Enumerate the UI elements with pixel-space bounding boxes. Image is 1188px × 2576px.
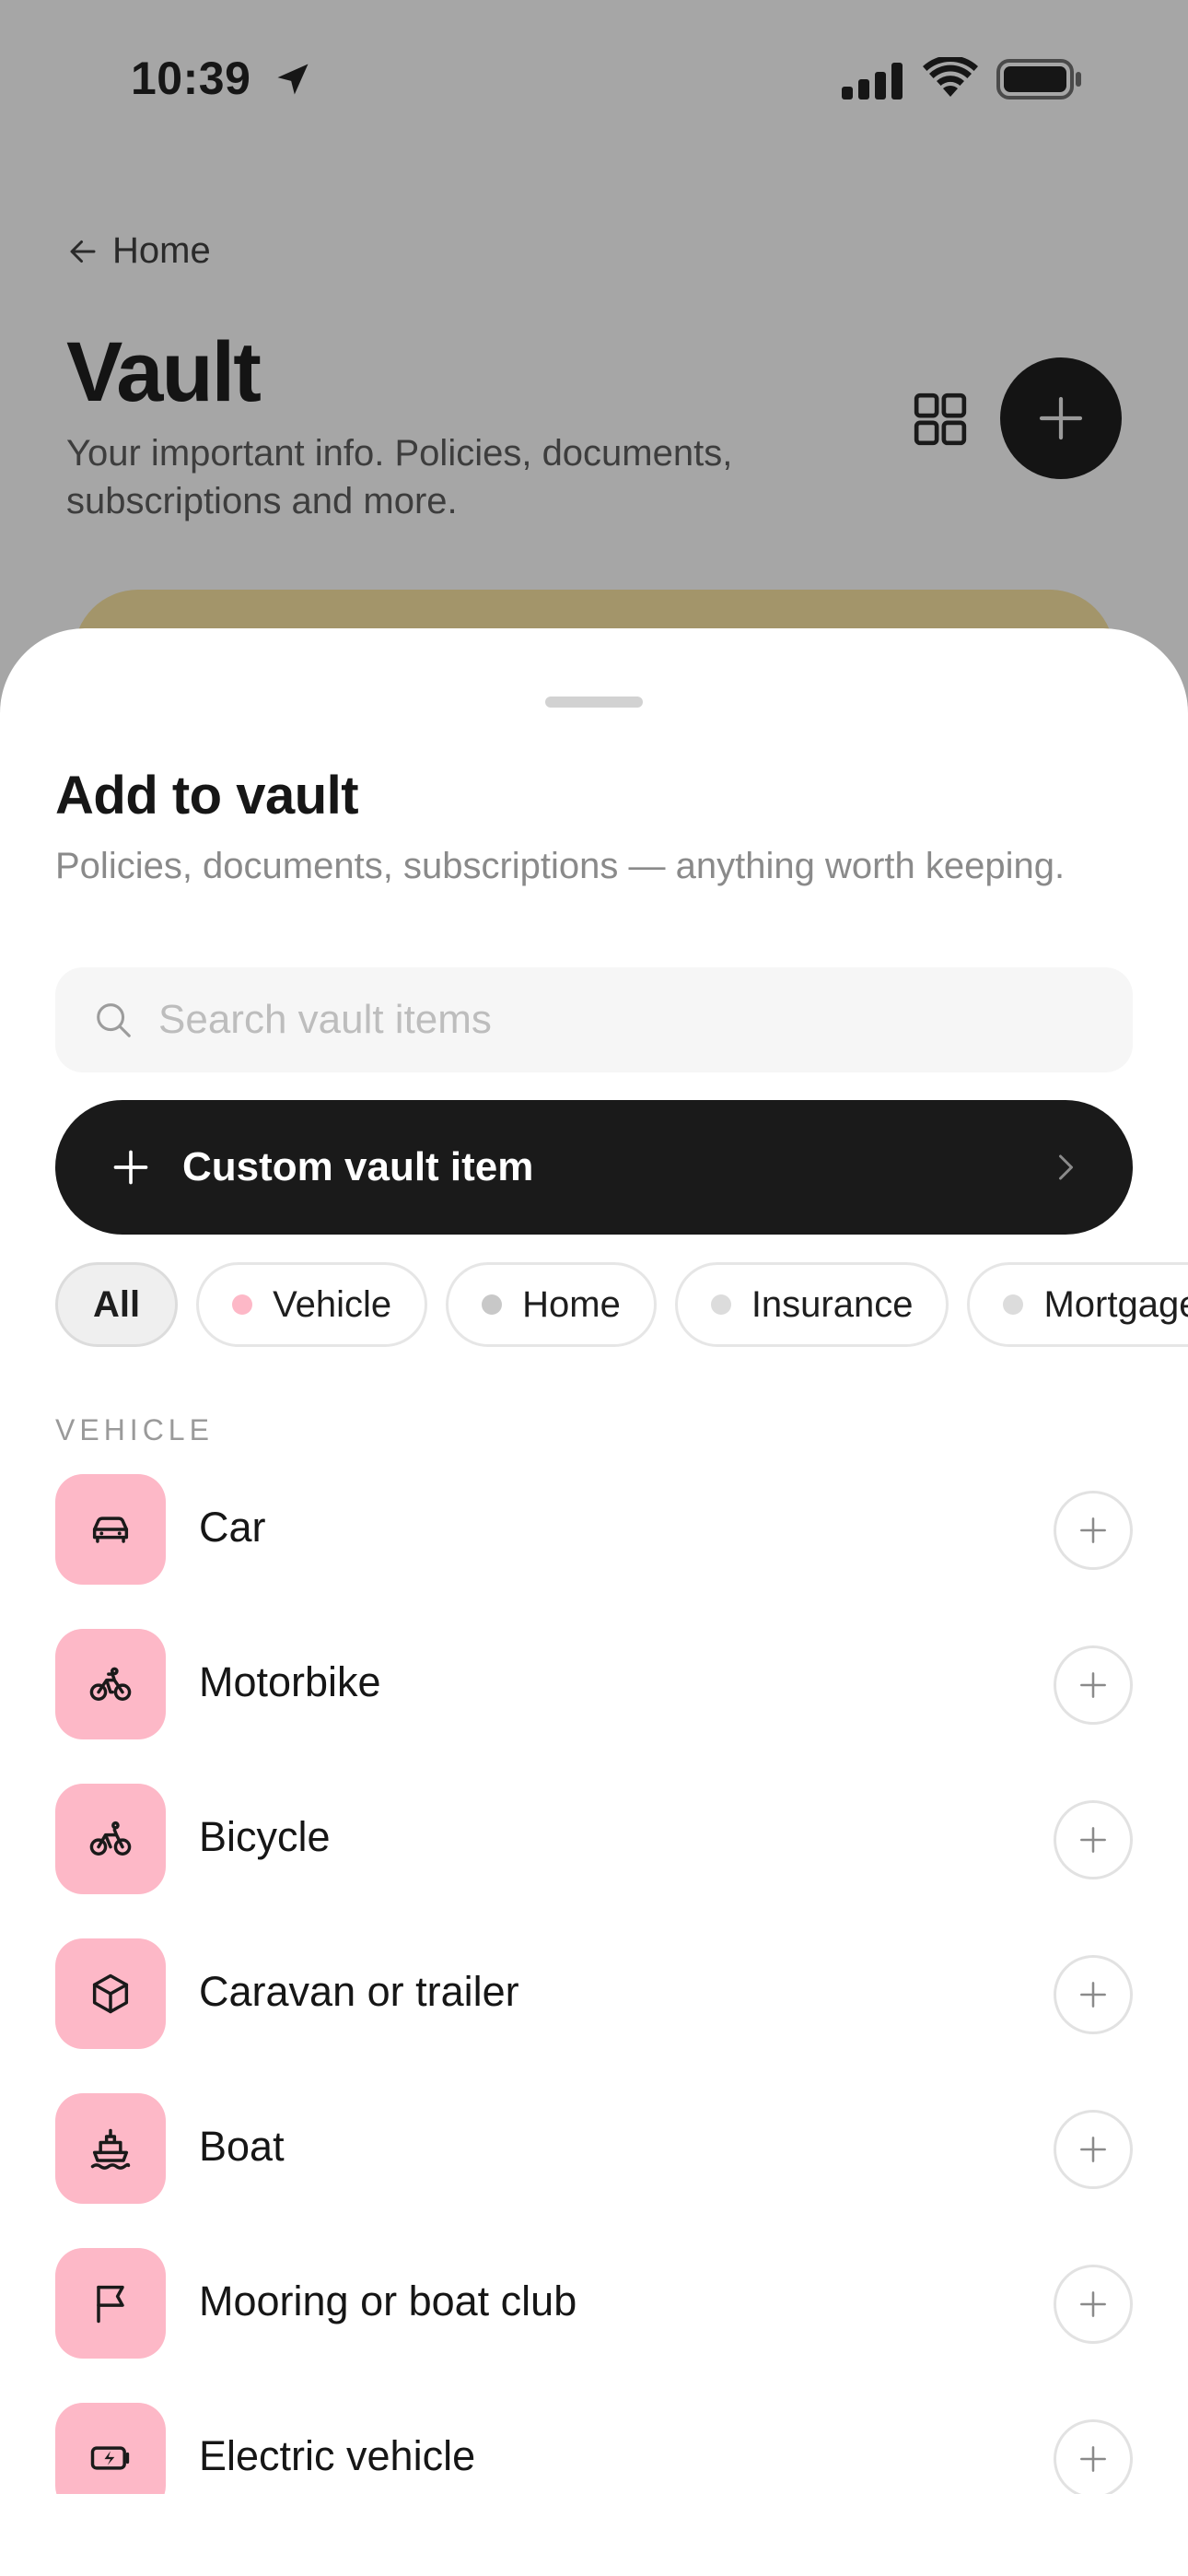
section-label: VEHICLE <box>55 1413 214 1446</box>
vault-item-list: Car Motorbike Bicycle Caravan or trailer… <box>0 1474 1188 2494</box>
plus-icon <box>113 1150 148 1185</box>
box-icon <box>92 1973 129 2014</box>
plus-icon <box>1080 2291 1106 2317</box>
car-icon <box>92 1516 129 1543</box>
chip-dot <box>232 1294 253 1315</box>
item-label: Motorbike <box>199 1658 381 1705</box>
filter-chip-insurance[interactable]: Insurance <box>674 1262 949 1347</box>
add-vault-fab[interactable] <box>1000 357 1122 479</box>
battery-icon <box>996 59 1081 100</box>
chip-label: Mortgage <box>1043 1283 1188 1325</box>
page-subtitle: Your important info. Policies, documents… <box>66 433 733 521</box>
filter-chip-vehicle[interactable]: Vehicle <box>196 1262 428 1347</box>
chip-label: All <box>93 1283 141 1325</box>
location-arrow-icon <box>277 64 309 95</box>
item-icon-tile <box>55 2248 166 2359</box>
arrow-left-icon <box>70 240 96 263</box>
chip-dot <box>1003 1294 1024 1315</box>
item-label: Boat <box>199 2123 285 2170</box>
plus-icon <box>1080 1517 1106 1543</box>
item-icon-tile <box>55 2403 166 2494</box>
filter-chip-mortgage[interactable]: Mortgage <box>967 1262 1188 1347</box>
item-label: Electric vehicle <box>199 2432 476 2479</box>
page-title: Vault <box>66 325 262 419</box>
filter-chip-home[interactable]: Home <box>446 1262 657 1347</box>
status-time: 10:39 <box>131 53 251 104</box>
motorbike-icon <box>89 1667 132 1701</box>
add-item-button[interactable] <box>1054 2265 1133 2344</box>
flag-icon <box>97 2285 124 2324</box>
item-icon-tile <box>55 1629 166 1739</box>
bicycle-icon <box>89 1821 132 1856</box>
plus-icon <box>1080 1982 1106 2008</box>
item-label: Mooring or boat club <box>199 2277 577 2324</box>
filter-chip-all[interactable]: All <box>55 1262 179 1347</box>
sheet-title: Add to vault <box>55 766 359 825</box>
cellular-signal-icon <box>842 63 903 100</box>
search-input[interactable] <box>158 997 1079 1043</box>
chip-label: Home <box>522 1283 621 1325</box>
add-item-button[interactable] <box>1054 1645 1133 1725</box>
search-icon <box>97 1003 131 1037</box>
status-bar: 10:39 <box>0 0 1188 157</box>
add-item-button[interactable] <box>1054 1491 1133 1570</box>
chip-dot <box>710 1294 731 1315</box>
add-item-button[interactable] <box>1054 2419 1133 2494</box>
plus-icon <box>1080 2137 1106 2162</box>
item-icon-tile <box>55 2093 166 2204</box>
back-home-link[interactable]: Home <box>66 230 211 272</box>
list-item[interactable]: Caravan or trailer <box>0 1938 1188 2093</box>
chevron-right-icon <box>1059 1154 1073 1180</box>
charging-battery-icon <box>90 2446 130 2470</box>
add-to-vault-sheet: Add to vault Policies, documents, subscr… <box>0 628 1188 2576</box>
custom-vault-item-label: Custom vault item <box>182 1144 534 1189</box>
item-icon-tile <box>55 1474 166 1585</box>
list-item[interactable]: Boat <box>0 2093 1188 2248</box>
plus-icon <box>1080 2446 1106 2472</box>
item-icon-tile <box>55 1938 166 2049</box>
sheet-description: Policies, documents, subscriptions — any… <box>55 846 1066 886</box>
sheet-grabber[interactable] <box>545 697 643 708</box>
list-item[interactable]: Mooring or boat club <box>0 2248 1188 2403</box>
grid-view-icon[interactable] <box>912 391 969 448</box>
plus-icon <box>1080 1672 1106 1698</box>
list-item[interactable]: Motorbike <box>0 1629 1188 1784</box>
list-item[interactable]: Car <box>0 1474 1188 1629</box>
item-icon-tile <box>55 1784 166 1894</box>
list-item[interactable]: Bicycle <box>0 1784 1188 1938</box>
chip-label: Vehicle <box>273 1283 392 1325</box>
list-item[interactable]: Electric vehicle <box>0 2403 1188 2494</box>
plus-icon <box>1039 396 1083 440</box>
plus-icon <box>1080 1827 1106 1853</box>
boat-icon <box>90 2128 131 2170</box>
custom-vault-item-button[interactable]: Custom vault item <box>55 1100 1133 1235</box>
wifi-icon <box>923 57 978 97</box>
search-field[interactable] <box>55 967 1133 1072</box>
add-item-button[interactable] <box>1054 1800 1133 1879</box>
item-label: Bicycle <box>199 1813 331 1860</box>
item-label: Caravan or trailer <box>199 1968 519 2015</box>
add-item-button[interactable] <box>1054 2110 1133 2189</box>
chip-label: Insurance <box>751 1283 914 1325</box>
item-label: Car <box>199 1504 266 1551</box>
category-filter-chips: All Vehicle Home Insurance Mortgage <box>55 1262 1188 1347</box>
chip-dot <box>482 1294 503 1315</box>
back-link-label: Home <box>112 230 211 271</box>
add-item-button[interactable] <box>1054 1955 1133 2034</box>
